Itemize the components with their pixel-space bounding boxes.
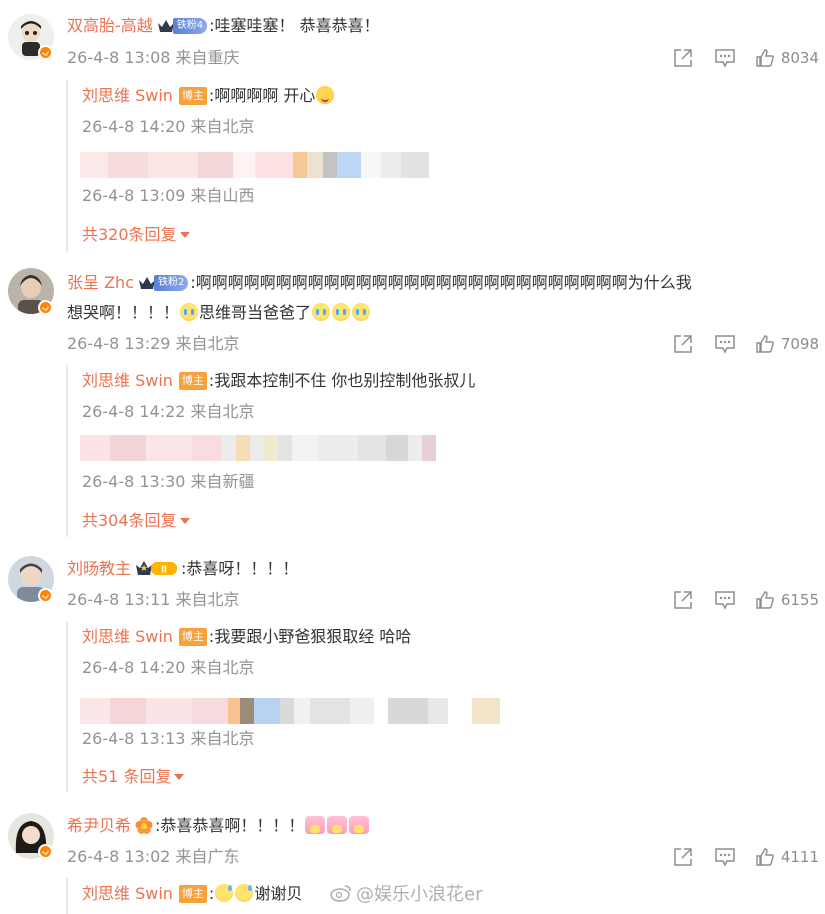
cry-emoji-icon: [352, 303, 371, 321]
bunny-emoji-icon: [305, 816, 326, 834]
comment-icon[interactable]: [713, 589, 737, 611]
reply-meta: 26-4-8 14:22 来自北京: [82, 402, 255, 421]
share-icon[interactable]: [671, 47, 695, 69]
blogger-badge: 博主: [178, 87, 207, 105]
blogger-badge: 博主: [178, 628, 207, 646]
comment-icon[interactable]: [713, 333, 737, 355]
share-icon[interactable]: [671, 846, 695, 868]
reply-text: :啊啊啊啊 开心: [208, 86, 316, 105]
verified-icon: [38, 844, 53, 859]
more-replies-link[interactable]: 共304条回复: [82, 510, 190, 532]
blurred-reply: [80, 152, 429, 178]
bunny-emoji-icon: [349, 816, 370, 834]
reply-meta: 26-4-8 13:30 来自新疆: [82, 472, 255, 491]
fan-badge[interactable]: 铁粉2: [138, 275, 189, 291]
share-icon[interactable]: [671, 333, 695, 355]
comment-username[interactable]: 刘旸教主: [67, 559, 131, 578]
reply-meta: 26-4-8 14:20 来自北京: [82, 117, 255, 136]
more-replies-link[interactable]: 共320条回复: [82, 224, 190, 246]
like-icon: [756, 848, 774, 866]
verified-icon: [38, 300, 53, 315]
reply-text: 谢谢贝: [254, 884, 303, 903]
reply-text: :我跟本控制不住 你也别控制他张叔儿: [208, 371, 476, 390]
blurred-reply: [80, 698, 500, 724]
like-button[interactable]: 4111: [755, 847, 819, 867]
reply-username[interactable]: 刘思维 Swin: [82, 86, 173, 105]
bunny-emoji-icon: [327, 816, 348, 834]
comment-meta: 26-4-8 13:08 来自重庆: [67, 48, 240, 67]
comment-username[interactable]: 双高胎-高越: [67, 16, 153, 35]
sweat-emoji-icon: [235, 884, 254, 902]
cry-emoji-icon: [312, 303, 331, 321]
reply-text: :我要跟小野爸狠狠取经 哈哈: [208, 627, 412, 646]
comment-username[interactable]: 希尹贝希: [67, 816, 131, 835]
reply-username[interactable]: 刘思维 Swin: [82, 627, 173, 646]
comment-meta: 26-4-8 13:29 来自北京: [67, 334, 240, 353]
reply-meta: 26-4-8 14:20 来自北京: [82, 658, 255, 677]
cry-emoji-icon: [180, 303, 199, 321]
fan-badge[interactable]: 铁粉4: [157, 18, 208, 34]
blogger-badge: 博主: [178, 372, 207, 390]
caret-down-icon: [179, 518, 190, 524]
reply-username[interactable]: 刘思维 Swin: [82, 884, 173, 903]
like-button[interactable]: 8034: [755, 48, 819, 68]
comment-text: :恭喜恭喜啊！！！！: [155, 816, 305, 835]
like-icon: [756, 49, 774, 67]
reply-box: 刘思维 Swin 博主:我要跟小野爸狠狠取经 哈哈 26-4-8 14:20 来自…: [66, 622, 810, 792]
reply-username[interactable]: 刘思维 Swin: [82, 371, 173, 390]
verified-icon: [38, 45, 53, 60]
like-button[interactable]: 6155: [755, 590, 819, 610]
caret-down-icon: [179, 232, 190, 238]
cry-emoji-icon: [332, 303, 351, 321]
reply-meta: 26-4-8 13:13 来自北京: [82, 729, 255, 748]
rank-badge-icon[interactable]: II: [135, 559, 179, 577]
comment-text-cont: 想哭啊！！！！: [67, 303, 180, 322]
weibo-logo-icon: [330, 885, 351, 902]
comment-icon[interactable]: [713, 846, 737, 868]
like-icon: [756, 335, 774, 353]
svg-text:II: II: [161, 565, 167, 576]
sweat-emoji-icon: [215, 884, 234, 902]
reply-box: 刘思维 Swin 博主:啊啊啊啊 开心 26-4-8 14:20 来自北京 26-…: [66, 80, 810, 252]
comment-text: :恭喜呀！！！！: [181, 559, 299, 578]
caret-down-icon: [174, 774, 185, 780]
comment-username[interactable]: 张呈 Zhc: [67, 273, 134, 292]
comment-meta: 26-4-8 13:02 来自广东: [67, 847, 240, 866]
more-replies-link[interactable]: 共51 条回复: [82, 766, 185, 788]
reply-meta: 26-4-8 13:09 来自山西: [82, 186, 255, 205]
share-icon[interactable]: [671, 589, 695, 611]
happy-emoji-icon: [316, 86, 335, 104]
comment-text: :哇塞哇塞！ 恭喜恭喜！: [209, 16, 380, 35]
like-button[interactable]: 7098: [755, 334, 819, 354]
comment-meta: 26-4-8 13:11 来自北京: [67, 590, 240, 609]
watermark: @娱乐小浪花er: [330, 880, 482, 906]
verified-icon: [38, 588, 53, 603]
comment-text-cont: 思维哥当爸爸了: [199, 303, 312, 322]
comment-text: :啊啊啊啊啊啊啊啊啊啊啊啊啊啊啊啊啊啊啊啊啊啊啊啊啊啊啊为什么我: [190, 273, 692, 292]
reply-box: 刘思维 Swin 博主:我跟本控制不住 你也别控制他张叔儿 26-4-8 14:2…: [66, 365, 810, 537]
flower-badge-icon[interactable]: [135, 816, 153, 834]
blurred-reply: [80, 435, 436, 461]
like-icon: [756, 591, 774, 609]
blogger-badge: 博主: [178, 885, 207, 903]
comment-icon[interactable]: [713, 47, 737, 69]
